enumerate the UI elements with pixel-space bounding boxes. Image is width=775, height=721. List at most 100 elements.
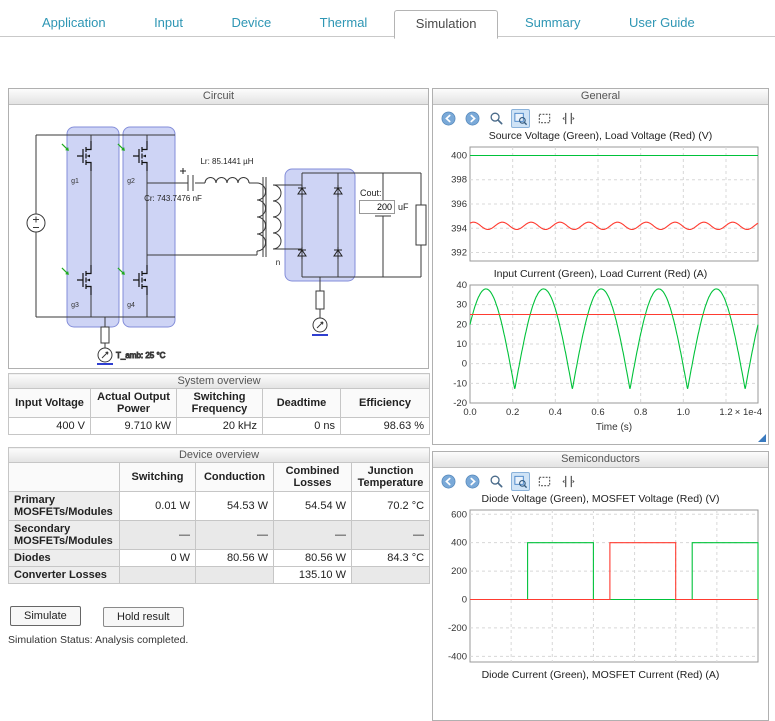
primary-conduction: 54.53 W <box>196 492 274 521</box>
svg-text:-20: -20 <box>453 398 467 409</box>
tab-device[interactable]: Device <box>209 8 293 38</box>
col-conduction: Conduction <box>196 463 274 492</box>
nav-forward-button[interactable] <box>463 109 482 128</box>
cursor-tool-button[interactable] <box>559 472 578 491</box>
secondary-combined: — <box>274 521 352 550</box>
svg-text:1.2: 1.2 <box>719 407 732 418</box>
source-load-voltage-chart[interactable]: 392394396398400 <box>437 143 764 267</box>
tab-application[interactable]: Application <box>20 8 128 38</box>
zoom-window-button[interactable] <box>511 109 530 128</box>
system-overview-title: System overview <box>9 374 430 389</box>
svg-text:398: 398 <box>451 175 467 186</box>
nav-back-button[interactable] <box>439 472 458 491</box>
chart-title-device-current: Diode Current (Green), MOSFET Current (R… <box>433 669 768 682</box>
plot-toolbar <box>433 105 768 129</box>
col-switching: Switching <box>120 463 196 492</box>
svg-text:600: 600 <box>451 509 467 520</box>
input-voltage-value: 400 V <box>9 418 91 435</box>
tab-simulation[interactable]: Simulation <box>394 10 499 39</box>
gate-label-g4: g4 <box>127 302 135 309</box>
table-row: Converter Losses 135.10 W <box>9 567 430 584</box>
svg-text:30: 30 <box>456 300 467 311</box>
svg-text:10: 10 <box>456 339 467 350</box>
table-row: Diodes 0 W 80.56 W 80.56 W 84.3 °C <box>9 550 430 567</box>
col-input-voltage: Input Voltage <box>9 389 91 418</box>
svg-text:0.6: 0.6 <box>591 407 604 418</box>
converter-junction-temp <box>352 567 430 584</box>
nav-forward-icon <box>465 111 480 126</box>
tab-summary[interactable]: Summary <box>503 8 603 38</box>
primary-combined: 54.54 W <box>274 492 352 521</box>
svg-text:0: 0 <box>462 359 467 370</box>
secondary-junction-temp: — <box>352 521 430 550</box>
system-overview-table: System overview Input Voltage Actual Out… <box>8 373 430 435</box>
diode-mosfet-voltage-chart[interactable]: -400 -200 0 200 400 600 <box>437 506 764 668</box>
diodes-conduction: 80.56 W <box>196 550 274 567</box>
deadtime-value: 0 ns <box>263 418 341 435</box>
fit-view-icon <box>537 474 552 489</box>
svg-text:-400: -400 <box>448 651 467 662</box>
general-panel-title: General <box>433 89 768 105</box>
row-label-diodes: Diodes <box>9 550 120 567</box>
tab-input[interactable]: Input <box>132 8 205 38</box>
zoom-window-icon <box>513 111 528 126</box>
nav-forward-icon <box>465 474 480 489</box>
general-panel: General Source Voltage (Green), Load Vol… <box>432 88 769 445</box>
simulate-button[interactable]: Simulate <box>10 606 81 626</box>
fit-view-button[interactable] <box>535 472 554 491</box>
converter-combined: 135.10 W <box>274 567 352 584</box>
cout-label: Cout: <box>360 188 382 198</box>
row-label-converter-losses: Converter Losses <box>9 567 120 584</box>
svg-text:0.8: 0.8 <box>634 407 647 418</box>
efficiency-value: 98.63 % <box>341 418 430 435</box>
tab-user-guide[interactable]: User Guide <box>607 8 717 38</box>
chart-title-device-voltage: Diode Voltage (Green), MOSFET Voltage (R… <box>433 493 768 506</box>
zoom-button[interactable] <box>487 472 506 491</box>
chart-title-current: Input Current (Green), Load Current (Red… <box>433 268 768 281</box>
svg-text:Time (s): Time (s) <box>596 422 632 433</box>
secondary-conduction: — <box>196 521 274 550</box>
fit-view-button[interactable] <box>535 109 554 128</box>
svg-text:392: 392 <box>451 248 467 259</box>
zoom-button[interactable] <box>487 109 506 128</box>
table-header-row: Switching Conduction Combined Losses Jun… <box>9 463 430 492</box>
dc-source <box>27 214 45 232</box>
lr-label: Lr: 85.1441 µH <box>200 157 253 166</box>
svg-text:400: 400 <box>451 538 467 549</box>
cursors-icon <box>561 111 576 126</box>
magnifier-icon <box>489 111 504 126</box>
tab-thermal[interactable]: Thermal <box>298 8 390 38</box>
row-label-primary: Primary MOSFETs/Modules <box>9 492 120 521</box>
col-deadtime: Deadtime <box>263 389 341 418</box>
gate-label-g2: g2 <box>127 178 135 185</box>
svg-text:0: 0 <box>462 594 467 605</box>
svg-text:1.0: 1.0 <box>677 407 690 418</box>
circuit-panel-title: Circuit <box>9 89 428 105</box>
circuit-schematic: g1 g2 g3 g4 Lr: 85.1441 µH Cr: 743.7476 … <box>9 105 428 369</box>
svg-text:20: 20 <box>456 319 467 330</box>
tamb-label: T_amb: 25 °C <box>116 351 166 360</box>
secondary-bridge <box>285 169 355 281</box>
nav-back-button[interactable] <box>439 109 458 128</box>
resize-handle-icon[interactable] <box>758 434 766 442</box>
input-load-current-chart[interactable]: 0.00.20.40.60.81.01.2-20-10010203040× 1e… <box>437 281 764 433</box>
chart-title-voltage: Source Voltage (Green), Load Voltage (Re… <box>433 130 768 143</box>
gate-label-g3: g3 <box>71 302 79 309</box>
ambient-temperature: T_amb: 25 °C <box>97 327 166 364</box>
secondary-switching: — <box>120 521 196 550</box>
table-row: Secondary MOSFETs/Modules — — — — <box>9 521 430 550</box>
switching-frequency-value: 20 kHz <box>177 418 263 435</box>
diodes-switching: 0 W <box>120 550 196 567</box>
zoom-window-button[interactable] <box>511 472 530 491</box>
col-switching-frequency: Switching Frequency <box>177 389 263 418</box>
svg-text:200: 200 <box>451 566 467 577</box>
svg-text:-200: -200 <box>448 623 467 634</box>
cursor-tool-button[interactable] <box>559 109 578 128</box>
converter-switching <box>120 567 196 584</box>
fit-view-icon <box>537 111 552 126</box>
nav-forward-button[interactable] <box>463 472 482 491</box>
svg-text:396: 396 <box>451 199 467 210</box>
cout-input[interactable] <box>359 200 395 214</box>
hold-result-button[interactable]: Hold result <box>103 607 184 627</box>
magnifier-icon <box>489 474 504 489</box>
